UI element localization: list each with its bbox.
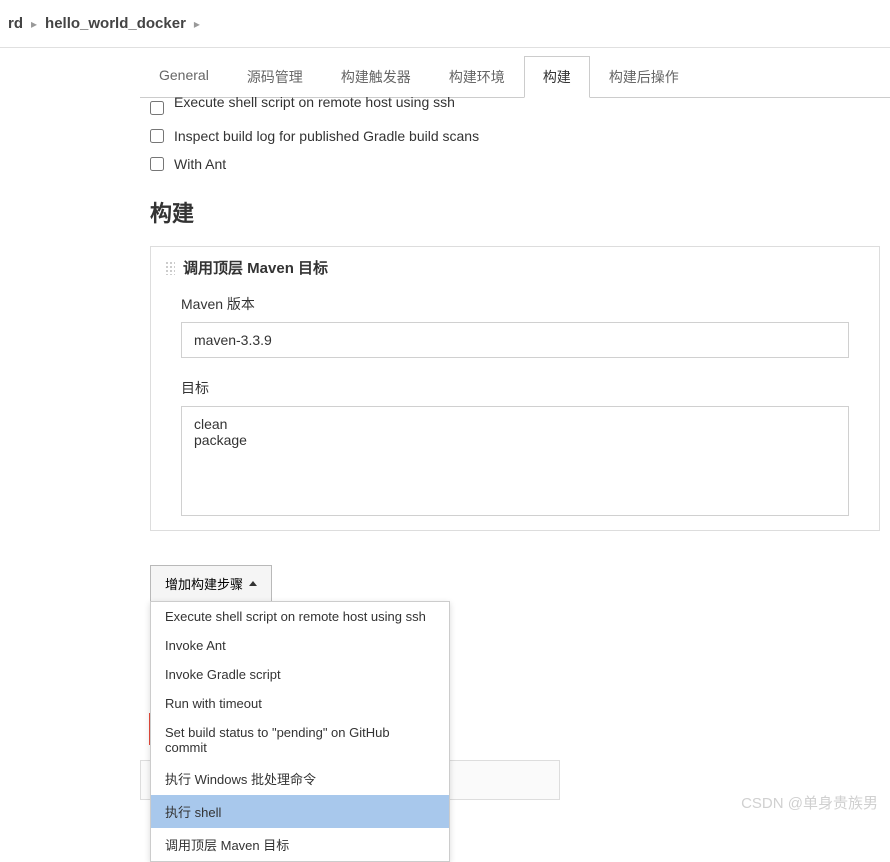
tab-source[interactable]: 源码管理 — [228, 56, 322, 97]
tab-environment[interactable]: 构建环境 — [430, 56, 524, 97]
watermark-text: CSDN @单身贵族男 — [741, 792, 878, 813]
main-content: General 源码管理 构建触发器 构建环境 构建 构建后操作 Execute… — [140, 56, 890, 602]
maven-goals-field: 目标 clean package — [151, 372, 879, 530]
checkbox-row-ant: With Ant — [140, 150, 890, 178]
add-build-step-label: 增加构建步骤 — [165, 574, 243, 593]
checkbox-row-ssh: Execute shell script on remote host usin… — [140, 94, 890, 122]
maven-card-header: 调用顶层 Maven 目标 — [151, 247, 879, 288]
dropdown-item-shell[interactable]: 执行 shell — [151, 795, 449, 828]
checkbox-gradle[interactable] — [150, 129, 164, 143]
tab-triggers[interactable]: 构建触发器 — [322, 56, 430, 97]
checkbox-ant[interactable] — [150, 157, 164, 171]
dropdown-item-timeout[interactable]: Run with timeout — [151, 689, 449, 718]
dropdown-item-ant[interactable]: Invoke Ant — [151, 631, 449, 660]
drag-handle-icon[interactable] — [165, 261, 175, 275]
tab-general[interactable]: General — [140, 56, 228, 97]
config-tabs: General 源码管理 构建触发器 构建环境 构建 构建后操作 — [140, 56, 890, 98]
checkbox-row-gradle: Inspect build log for published Gradle b… — [140, 122, 890, 150]
maven-version-field: Maven 版本 — [151, 288, 879, 372]
maven-goals-textarea[interactable]: clean package — [181, 406, 849, 516]
breadcrumb-item-2[interactable]: hello_world_docker — [37, 15, 194, 32]
tab-post[interactable]: 构建后操作 — [590, 56, 698, 97]
checkbox-ant-label: With Ant — [174, 156, 226, 172]
triangle-up-icon — [249, 581, 257, 586]
checkbox-ssh-label: Execute shell script on remote host usin… — [174, 94, 455, 110]
breadcrumb: rd ▸ hello_world_docker ▸ — [0, 0, 890, 48]
add-build-step-button[interactable]: 增加构建步骤 — [150, 565, 272, 602]
checkbox-ssh[interactable] — [150, 101, 164, 115]
dropdown-item-ssh[interactable]: Execute shell script on remote host usin… — [151, 602, 449, 631]
maven-card-title: 调用顶层 Maven 目标 — [183, 257, 328, 278]
checkbox-gradle-label: Inspect build log for published Gradle b… — [174, 128, 479, 144]
maven-version-label: Maven 版本 — [181, 294, 849, 314]
chevron-right-icon: ▸ — [194, 17, 200, 31]
maven-goals-label: 目标 — [181, 378, 849, 398]
maven-version-input[interactable] — [181, 322, 849, 358]
dropdown-item-gradle[interactable]: Invoke Gradle script — [151, 660, 449, 689]
maven-build-step-card: 调用顶层 Maven 目标 Maven 版本 目标 clean package — [150, 246, 880, 531]
section-build-title: 构建 — [140, 178, 890, 238]
add-build-step-wrap: 增加构建步骤 Execute shell script on remote ho… — [150, 565, 272, 602]
tab-build[interactable]: 构建 — [524, 56, 590, 98]
dropdown-item-windows-batch[interactable]: 执行 Windows 批处理命令 — [151, 762, 449, 795]
breadcrumb-item-1[interactable]: rd — [0, 15, 31, 32]
dropdown-item-github[interactable]: Set build status to "pending" on GitHub … — [151, 718, 449, 762]
dropdown-item-maven[interactable]: 调用顶层 Maven 目标 — [151, 828, 449, 861]
